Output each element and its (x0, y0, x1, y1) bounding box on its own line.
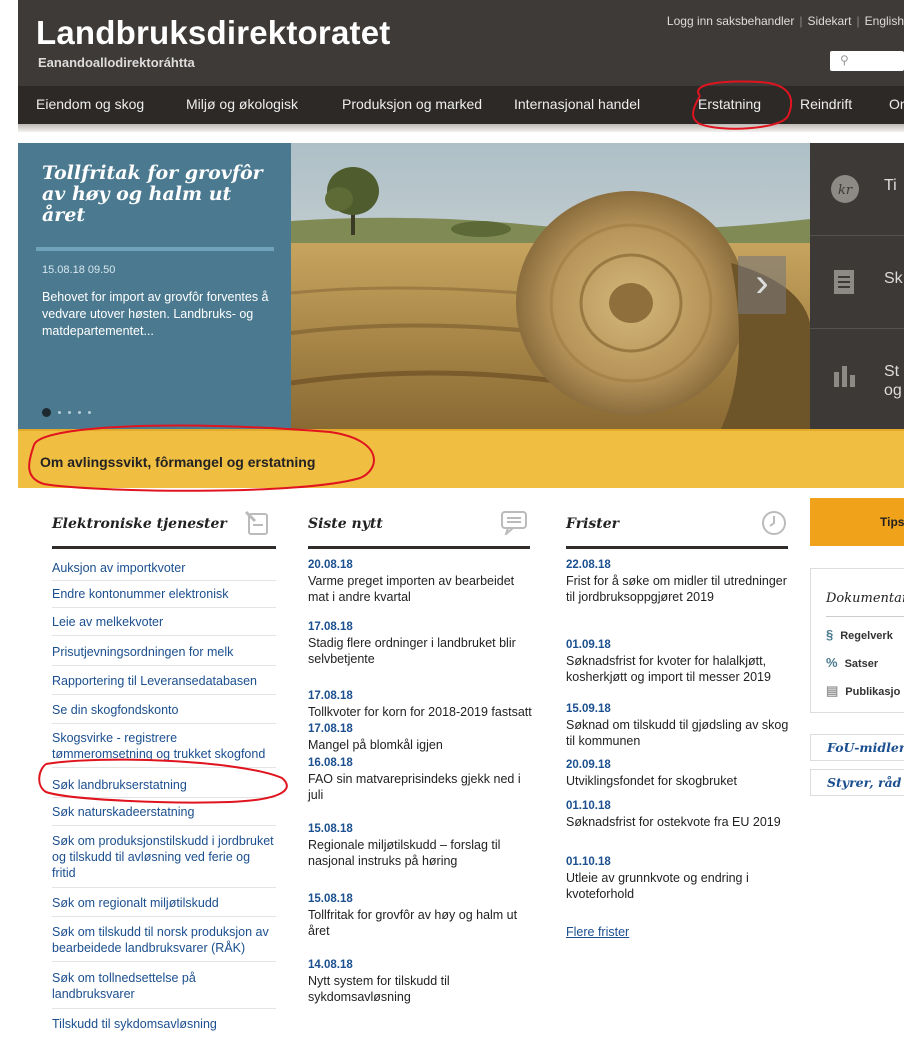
doc-link-satser[interactable]: % Satser (826, 655, 878, 670)
e-service-link[interactable]: Søk naturskadeerstatning (52, 804, 276, 820)
news-panel: Siste nytt 20.08.18 Varme preget importen… (294, 498, 544, 1052)
e-service-link[interactable]: Auksjon av importkvoter (52, 560, 276, 576)
site-logo-subtitle: Eanandoallodirektoráhtta (38, 55, 195, 70)
login-link[interactable]: Logg inn saksbehandler (667, 14, 794, 28)
slide-dot[interactable] (78, 411, 81, 415)
main-nav: Eiendom og skog Miljø og økologisk Produ… (18, 86, 904, 124)
e-service-link[interactable]: Søk om regionalt miljøtilskudd (52, 895, 276, 911)
deadline-item[interactable]: 22.08.18 Frist for å søke om midler til u… (566, 558, 796, 605)
news-item[interactable]: 20.08.18 Varme preget importen av bearbei… (308, 558, 538, 605)
news-item[interactable]: 17.08.18 Stadig flere ordninger i landbru… (308, 620, 538, 667)
deadlines-panel: Frister 22.08.18 Frist for å søke om midl… (552, 498, 802, 1052)
tips-label: Tips (880, 515, 904, 529)
form-edit-icon (244, 510, 268, 535)
news-item[interactable]: 14.08.18 Nytt system for tilskudd til syk… (308, 958, 538, 1005)
deadline-item[interactable]: 01.10.18 Utleie av grunnkvote og endring … (566, 855, 796, 902)
search-input[interactable]: ⚲ (830, 51, 904, 71)
e-service-link[interactable]: Søk om tollnedsettelse på landbruksvarer (52, 970, 276, 1002)
slide-dot[interactable] (58, 411, 61, 415)
quick-link-label: St og (884, 363, 902, 399)
nav-item-produksjon[interactable]: Produksjon og marked (342, 96, 482, 112)
nav-item-miljo[interactable]: Miljø og økologisk (186, 96, 298, 112)
svg-text:kr: kr (838, 183, 853, 198)
quick-link-label: Ti (884, 177, 897, 194)
top-links: Logg inn saksbehandler | Sidekart | English (666, 14, 904, 28)
e-service-link-landbrukserstatning[interactable]: Søk landbrukserstatning (52, 777, 276, 793)
e-services-rule (52, 546, 276, 549)
nav-item-erstatning[interactable]: Erstatning (698, 96, 761, 112)
sitemap-link[interactable]: Sidekart (807, 14, 851, 28)
e-service-link[interactable]: Prisutjevningsordningen for melk (52, 644, 276, 660)
fou-midler-link[interactable]: FoU-midler (810, 734, 904, 761)
hero-divider (36, 247, 274, 251)
e-services-panel: Elektroniske tjenester Auksjon av import… (38, 498, 282, 1052)
kr-icon: kr (831, 175, 859, 203)
doc-link-publikasjoner[interactable]: ▤ Publikasjo (826, 683, 900, 699)
e-service-link[interactable]: Leie av melkekvoter (52, 614, 276, 630)
news-item[interactable]: 17.08.18 Tollkvoter for korn for 2018-201… (308, 689, 538, 720)
news-heading: Siste nytt (308, 516, 383, 532)
english-link[interactable]: English (865, 14, 904, 28)
documentation-panel: Dokumentar § Regelverk % Satser ▤ Publikasj… (810, 568, 904, 713)
deadlines-rule (566, 546, 788, 549)
bar-chart-icon (834, 366, 855, 387)
slide-dot[interactable] (88, 411, 91, 415)
clock-icon (762, 511, 786, 535)
nav-item-more[interactable]: Or (889, 96, 904, 112)
deadline-item[interactable]: 01.09.18 Søknadsfrist for kvoter for hala… (566, 638, 796, 685)
doc-link-regelverk[interactable]: § Regelverk (826, 627, 893, 642)
next-slide-button[interactable]: › (738, 256, 786, 314)
document-icon (834, 270, 854, 294)
documentation-heading: Dokumentar (826, 591, 904, 606)
hero-title[interactable]: Tollfritak for grovfôr av høy og halm ut… (42, 163, 280, 226)
news-rule (308, 546, 530, 549)
header-shadow (18, 124, 904, 132)
site-header: Landbruksdirektoratet Eanandoallodirekto… (18, 0, 904, 124)
nav-item-reindrift[interactable]: Reindrift (800, 96, 852, 112)
news-item[interactable]: 15.08.18 Tollfritak for grovfôr av høy og… (308, 892, 538, 939)
quick-link-2[interactable]: Sk (810, 236, 904, 329)
more-deadlines-link[interactable]: Flere frister (566, 925, 629, 939)
nav-item-eiendom[interactable]: Eiendom og skog (36, 96, 144, 112)
deadlines-heading: Frister (566, 516, 620, 532)
deadline-item[interactable]: 15.09.18 Søknad om tilskudd til gjødsling… (566, 702, 796, 749)
nav-item-handel[interactable]: Internasjonal handel (514, 96, 640, 112)
site-logo-title[interactable]: Landbruksdirektoratet (36, 14, 390, 52)
quick-link-label: Sk (884, 270, 903, 287)
e-service-link[interactable]: Se din skogfondskonto (52, 702, 276, 718)
hero-panel[interactable]: Tollfritak for grovfôr av høy og halm ut… (18, 143, 291, 429)
document-icon: ▤ (826, 683, 839, 698)
hero-summary: Behovet for import av grovfôr forventes … (42, 290, 269, 338)
slide-dot[interactable] (68, 411, 71, 415)
hero-image[interactable] (291, 143, 810, 429)
speech-bubble-icon (501, 511, 527, 535)
e-service-link[interactable]: Søk om produksjonstilskudd i jordbruket … (52, 833, 276, 881)
quick-link-3[interactable]: St og (810, 329, 904, 422)
news-item[interactable]: 17.08.18 Mangel på blomkål igjen (308, 722, 538, 753)
hero-quick-links: kr Ti Sk St og (810, 143, 904, 429)
slide-dots (42, 404, 98, 422)
e-service-link[interactable]: Rapportering til Leveransedatabasen (52, 673, 276, 689)
e-service-link[interactable]: Skogsvirke - registrere tømmeromsetning … (52, 730, 276, 762)
search-icon[interactable]: ⚲ (840, 53, 849, 67)
hero-date: 15.08.18 09.50 (42, 264, 116, 276)
slide-dot[interactable] (42, 408, 51, 418)
styrer-raad-link[interactable]: Styrer, råd (810, 769, 904, 796)
news-item[interactable]: 16.08.18 FAO sin matvareprisindeks gjekk … (308, 756, 538, 803)
quick-link-1[interactable]: kr Ti (810, 143, 904, 236)
percent-icon: % (826, 655, 838, 670)
deadline-item[interactable]: 20.09.18 Utviklingsfondet for skogbruket (566, 758, 796, 789)
e-service-link[interactable]: Endre kontonummer elektronisk (52, 586, 276, 602)
news-item[interactable]: 15.08.18 Regionale miljøtilskudd – forsla… (308, 822, 538, 869)
deadline-item[interactable]: 01.10.18 Søknadsfrist for ostekvote fra E… (566, 799, 796, 830)
paragraph-icon: § (826, 627, 834, 642)
e-service-link[interactable]: Tilskudd til sykdomsavløsning (52, 1016, 276, 1032)
banner-link[interactable]: Om avlingssvikt, fôrmangel og erstatning (40, 454, 315, 470)
tips-button[interactable]: Tips (810, 498, 904, 546)
e-service-link[interactable]: Søk om tilskudd til norsk produksjon av … (52, 924, 276, 956)
crisis-banner[interactable]: Om avlingssvikt, fôrmangel og erstatning (18, 429, 904, 488)
e-services-heading: Elektroniske tjenester (52, 516, 227, 532)
